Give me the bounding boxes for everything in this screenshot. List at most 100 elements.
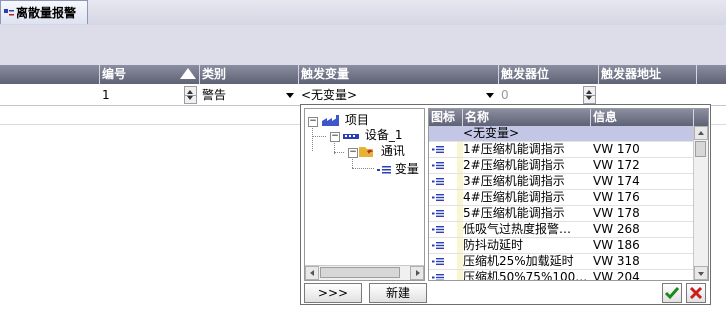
id-field[interactable]: 1	[100, 85, 199, 105]
header-category[interactable]: 类别	[200, 65, 299, 84]
check-icon	[664, 287, 680, 300]
header-info[interactable]: 信息	[591, 109, 694, 126]
variable-icon	[432, 258, 444, 265]
close-icon	[689, 286, 703, 300]
variable-name: 压缩机25%加载延时	[463, 254, 574, 268]
scroll-right-button[interactable]	[410, 266, 424, 280]
variable-icon	[432, 162, 444, 169]
chevron-down-icon[interactable]	[286, 93, 294, 98]
variable-list-scrollbar[interactable]	[693, 126, 708, 280]
toolbar-area	[0, 25, 726, 65]
variable-info: VW 186	[593, 238, 640, 252]
scroll-left-button[interactable]	[305, 266, 319, 280]
plc-device-icon	[343, 133, 359, 139]
header-trigger-address[interactable]: 触发器地址	[599, 65, 697, 84]
header-icon[interactable]: 图标	[429, 109, 463, 126]
id-spinner[interactable]	[184, 86, 197, 104]
variable-name: 1#压缩机能调指示	[463, 142, 565, 156]
list-item[interactable]: 压缩机25%加载延时 VW 318	[429, 254, 694, 270]
list-item[interactable]: 压缩机50%75%100… VW 204	[429, 270, 694, 281]
tab-bar: 离散量报警	[0, 0, 726, 26]
tree-item-variables[interactable]: 变量	[377, 161, 419, 177]
list-item[interactable]: 4#压缩机能调指示 VW 176	[429, 190, 694, 206]
spin-down-icon[interactable]	[187, 96, 193, 100]
sort-ascending-icon	[180, 68, 196, 79]
header-name-col[interactable]	[0, 65, 100, 84]
variable-name: <无变量>	[463, 126, 520, 140]
tree-item-communication[interactable]: 通讯	[359, 143, 405, 159]
trigger-variable-select[interactable]: <无变量>	[299, 85, 499, 105]
scroll-down-button[interactable]	[694, 266, 708, 280]
variable-name: 防抖动延时	[463, 238, 524, 252]
table-row[interactable]: 1 警告 <无变量> 0	[0, 85, 726, 106]
variable-name: 2#压缩机能调指示	[463, 158, 565, 172]
tab-discrete-alarms[interactable]: 离散量报警	[0, 0, 88, 24]
header-corner	[694, 109, 708, 126]
tree-item-project[interactable]: 项目	[321, 112, 369, 128]
more-button[interactable]: >>>	[304, 283, 362, 303]
variable-name: 压缩机50%75%100…	[463, 270, 588, 281]
tree-horizontal-scrollbar[interactable]	[305, 265, 424, 280]
header-name[interactable]: 名称	[463, 109, 591, 126]
chevron-down-icon[interactable]	[486, 93, 494, 98]
alarm-list-icon	[4, 8, 14, 15]
variable-list: 图标 名称 信息 <无变量> 1#压缩机能调指示 VW 170 2#压缩机能调指示 VW…	[428, 108, 709, 281]
header-id[interactable]: 编号	[100, 65, 200, 84]
variable-info: VW 176	[593, 190, 640, 204]
category-select[interactable]: 警告	[200, 85, 299, 105]
scroll-up-button[interactable]	[694, 126, 708, 140]
variable-name: 4#压缩机能调指示	[463, 190, 565, 204]
variable-name: 低吸气过热度报警…	[463, 222, 572, 236]
new-button[interactable]: 新建	[369, 283, 427, 303]
tree-item-device[interactable]: 设备_1	[343, 127, 402, 143]
variable-info: VW 170	[593, 142, 640, 156]
folder-open-icon	[359, 147, 373, 157]
variable-info: VW 172	[593, 158, 640, 172]
variable-icon	[432, 146, 444, 153]
trigger-bit-spinner[interactable]	[583, 86, 596, 104]
header-extra[interactable]	[697, 65, 726, 84]
variable-info: VW 268	[593, 222, 640, 236]
tab-title: 离散量报警	[16, 6, 77, 20]
variable-picker-popup: − 项目 − 设备_1 − 通讯 变量 图标 名称 信息 <无变量> 1#压缩机…	[300, 104, 711, 305]
list-item[interactable]: 5#压缩机能调指示 VW 178	[429, 206, 694, 222]
collapse-icon[interactable]: −	[330, 132, 340, 142]
cancel-button[interactable]	[686, 283, 706, 303]
variable-info: VW 178	[593, 206, 640, 220]
scroll-thumb[interactable]	[695, 141, 706, 157]
variable-icon	[432, 194, 444, 201]
arrow-right-icon	[416, 270, 420, 276]
variable-icon	[377, 165, 391, 173]
variable-info: VW 174	[593, 174, 640, 188]
list-item[interactable]: <无变量>	[429, 126, 694, 142]
list-item[interactable]: 1#压缩机能调指示 VW 170	[429, 142, 694, 158]
factory-icon	[322, 114, 339, 126]
list-item[interactable]: 低吸气过热度报警… VW 268	[429, 222, 694, 238]
header-trigger-bit[interactable]: 触发器位	[499, 65, 599, 84]
variable-info: VW 204	[593, 270, 640, 281]
variable-icon	[432, 242, 444, 249]
list-item[interactable]: 防抖动延时 VW 186	[429, 238, 694, 254]
variable-name: 5#压缩机能调指示	[463, 206, 565, 220]
spin-up-icon[interactable]	[586, 90, 592, 94]
variable-info: VW 318	[593, 254, 640, 268]
arrow-down-icon	[698, 272, 704, 276]
list-item[interactable]: 2#压缩机能调指示 VW 172	[429, 158, 694, 174]
variable-icon	[432, 210, 444, 217]
variable-icon	[432, 226, 444, 233]
variable-name: 3#压缩机能调指示	[463, 174, 565, 188]
spin-down-icon[interactable]	[586, 96, 592, 100]
variable-icon	[432, 178, 444, 185]
header-trigger-variable[interactable]: 触发变量	[299, 65, 499, 84]
list-item[interactable]: 3#压缩机能调指示 VW 174	[429, 174, 694, 190]
arrow-up-icon	[698, 131, 704, 135]
scroll-thumb[interactable]	[320, 267, 400, 278]
collapse-icon[interactable]: −	[308, 117, 318, 127]
variable-list-header: 图标 名称 信息	[429, 109, 708, 126]
confirm-button[interactable]	[662, 283, 682, 303]
collapse-icon[interactable]: −	[348, 148, 358, 158]
spin-up-icon[interactable]	[187, 90, 193, 94]
trigger-bit-field[interactable]: 0	[499, 85, 599, 105]
variable-icon	[432, 274, 444, 280]
table-header: 编号 类别 触发变量 触发器位 触发器地址	[0, 65, 726, 84]
